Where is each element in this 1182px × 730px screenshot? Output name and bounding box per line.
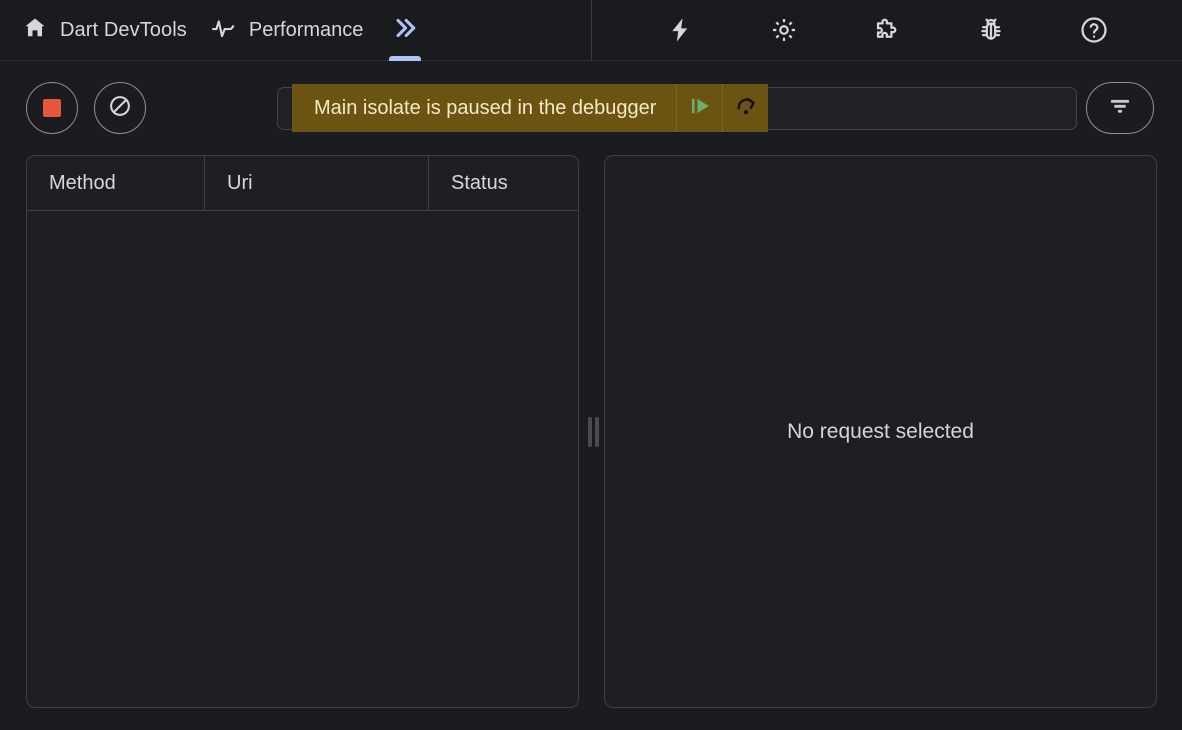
home-icon bbox=[22, 15, 48, 46]
stop-recording-button[interactable] bbox=[26, 82, 78, 134]
column-header-status[interactable]: Status bbox=[429, 156, 578, 210]
main-content: Method Uri Status No request selected bbox=[0, 155, 1182, 730]
banner-message: Main isolate is paused in the debugger bbox=[292, 84, 676, 132]
puzzle-piece-icon[interactable] bbox=[865, 8, 909, 52]
column-header-uri[interactable]: Uri bbox=[205, 156, 429, 210]
filter-icon bbox=[1107, 93, 1133, 124]
lightning-bolt-icon[interactable] bbox=[658, 8, 702, 52]
clear-requests-button[interactable] bbox=[94, 82, 146, 134]
network-toolbar: Main isolate is paused in the debugger bbox=[0, 61, 1182, 155]
gear-icon[interactable] bbox=[762, 8, 806, 52]
panel-splitter[interactable] bbox=[583, 155, 603, 708]
tab-performance-label: Performance bbox=[249, 19, 364, 42]
tab-performance[interactable]: Performance bbox=[197, 0, 378, 61]
performance-pulse-icon bbox=[211, 15, 237, 46]
resume-button[interactable] bbox=[676, 84, 722, 132]
requests-table-header: Method Uri Status bbox=[27, 156, 578, 211]
column-header-method[interactable]: Method bbox=[27, 156, 205, 210]
block-clear-icon bbox=[107, 93, 133, 124]
question-circle-icon[interactable] bbox=[1072, 8, 1116, 52]
requests-table-panel: Method Uri Status bbox=[26, 155, 579, 708]
chevron-double-right-icon bbox=[391, 14, 419, 47]
requests-table-body[interactable] bbox=[27, 211, 578, 707]
header-nav: Dart DevTools Performance bbox=[0, 0, 433, 61]
debugger-paused-banner: Main isolate is paused in the debugger bbox=[292, 84, 768, 132]
brand-label: Dart DevTools bbox=[60, 19, 187, 42]
empty-state-message: No request selected bbox=[787, 420, 974, 444]
app-header: Dart DevTools Performance bbox=[0, 0, 1182, 61]
step-over-icon bbox=[733, 93, 759, 124]
brand-home[interactable]: Dart DevTools bbox=[12, 0, 197, 61]
resume-play-icon bbox=[687, 93, 713, 124]
bug-icon[interactable] bbox=[969, 8, 1013, 52]
request-details-panel: No request selected bbox=[604, 155, 1157, 708]
step-over-button[interactable] bbox=[722, 84, 768, 132]
stop-square-icon bbox=[43, 99, 61, 117]
splitter-grip-icon bbox=[588, 417, 599, 447]
header-actions bbox=[592, 0, 1182, 61]
filter-button[interactable] bbox=[1086, 82, 1154, 134]
tab-more-overflow[interactable] bbox=[377, 0, 433, 61]
tab-selected-indicator bbox=[389, 56, 421, 61]
